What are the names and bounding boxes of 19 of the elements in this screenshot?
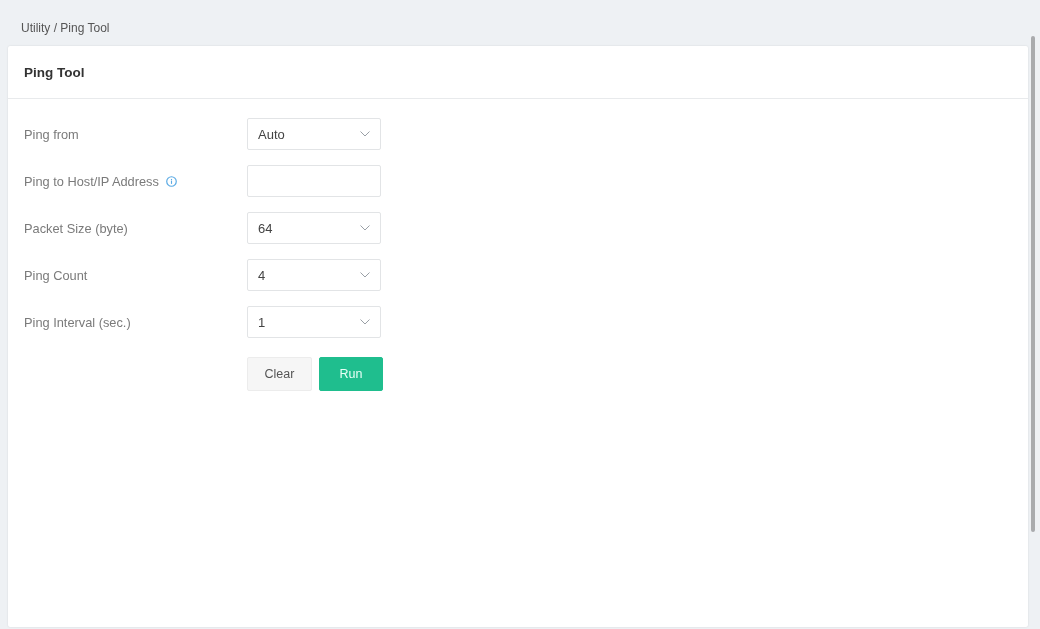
chevron-down-icon: [360, 272, 370, 278]
scrollbar[interactable]: [1031, 36, 1035, 532]
select-field[interactable]: Auto: [247, 118, 381, 150]
field-label: Ping from: [24, 126, 79, 142]
select-field[interactable]: 4: [247, 259, 381, 291]
field-label: Ping Count: [24, 267, 88, 283]
field-label: Ping Interval (sec.): [24, 314, 131, 330]
chevron-down-icon: [360, 225, 370, 231]
select-field[interactable]: 1: [247, 306, 381, 338]
chevron-down-icon: [360, 319, 370, 325]
chevron-down-icon: [360, 131, 370, 137]
select-field[interactable]: 64: [247, 212, 381, 244]
field-label: Ping to Host/IP Address: [24, 173, 159, 189]
input-field[interactable]: [247, 165, 381, 197]
breadcrumb-text: Utility / Ping Tool: [21, 21, 110, 35]
field-label: Packet Size (byte): [24, 220, 128, 236]
clear-button[interactable]: Clear: [247, 357, 312, 391]
panel-title: Ping Tool: [24, 65, 85, 80]
info-icon[interactable]: [165, 175, 177, 187]
